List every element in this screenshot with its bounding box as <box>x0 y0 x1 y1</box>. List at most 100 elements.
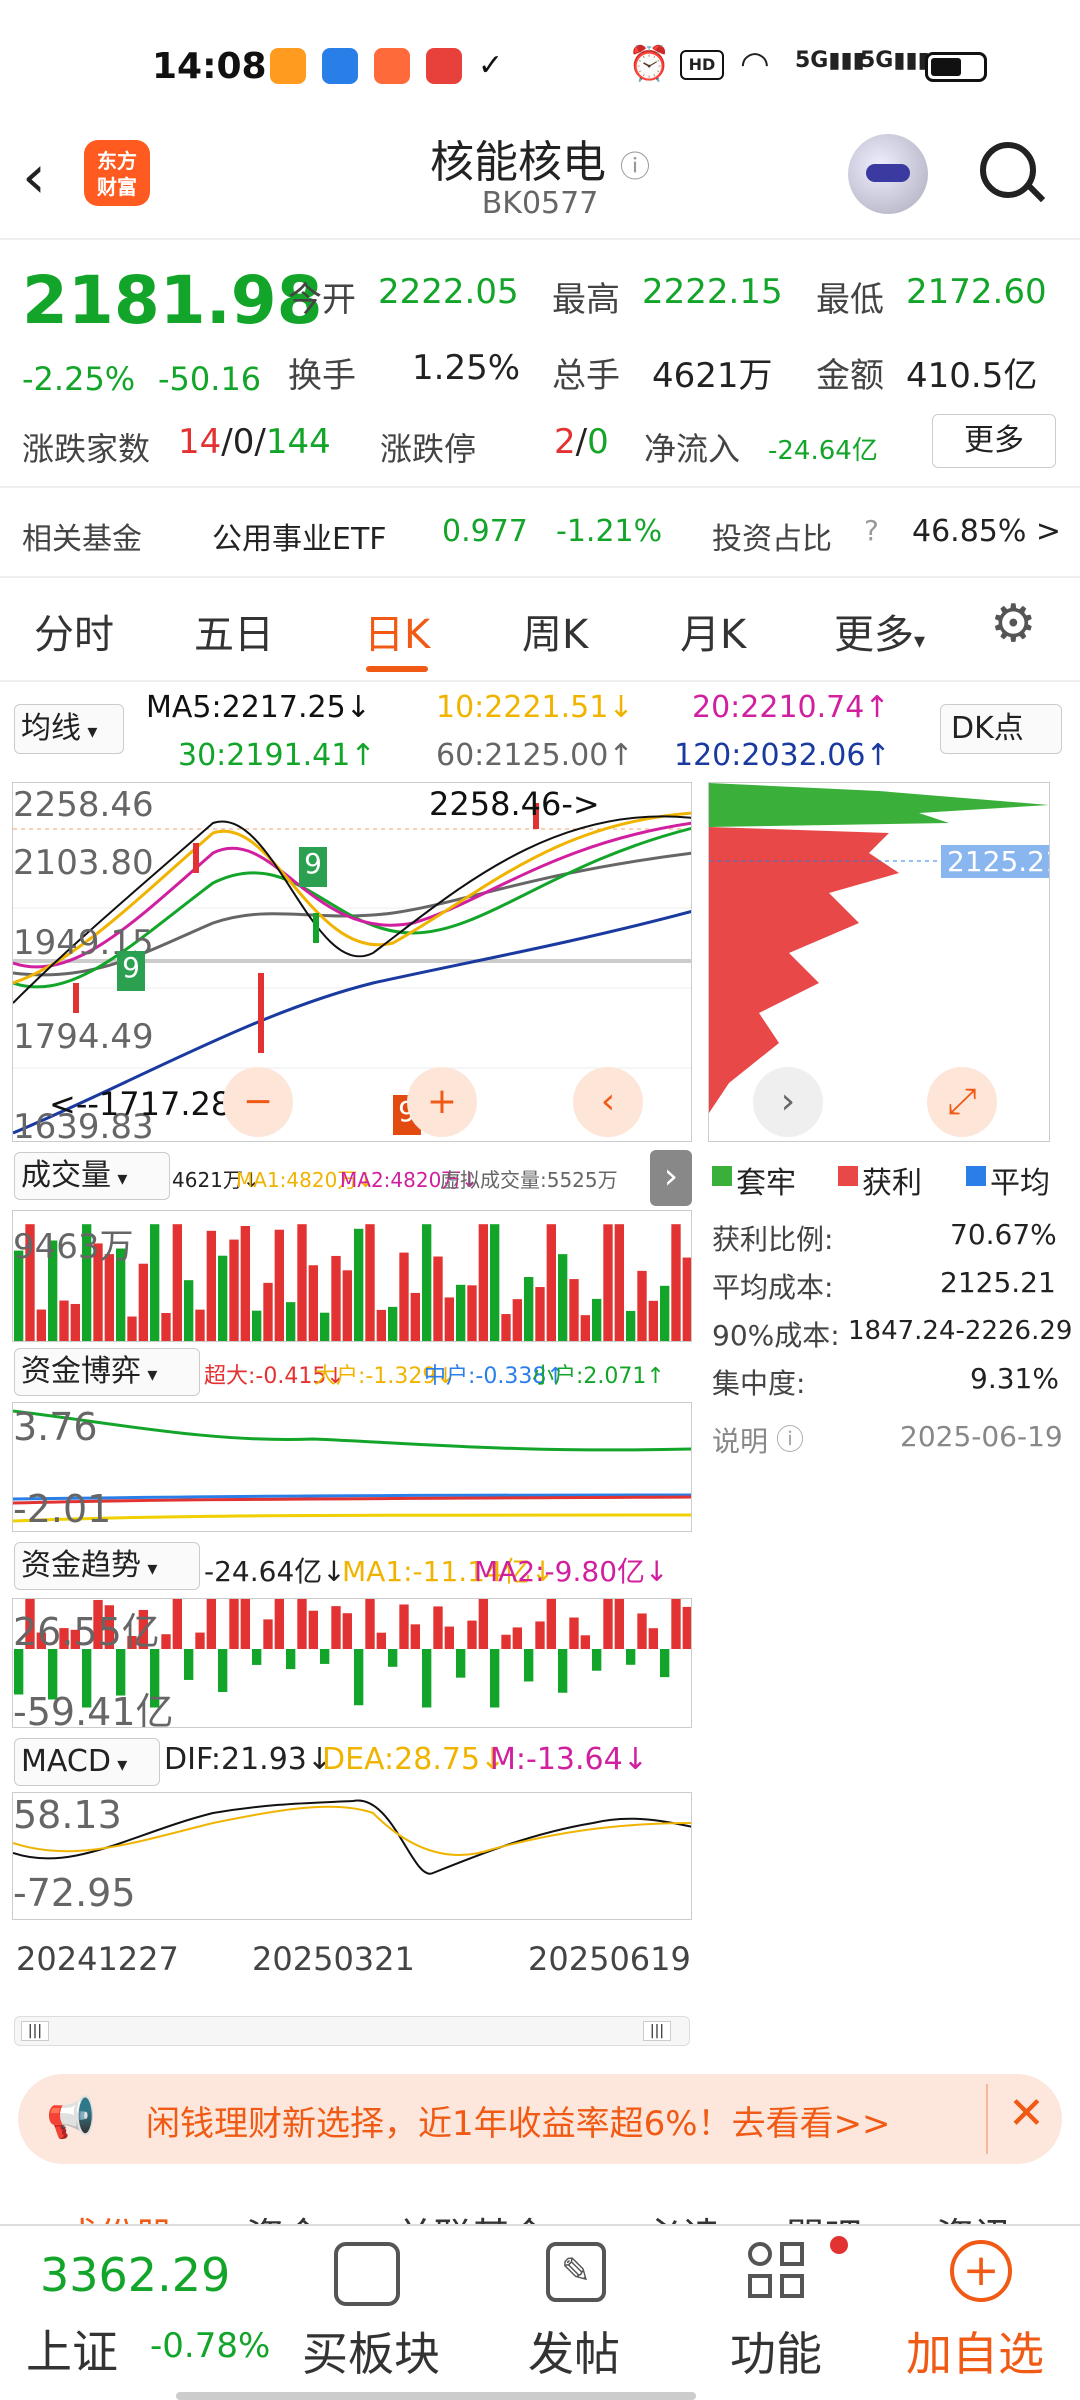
tab-weekly-k[interactable]: 周K <box>522 602 588 660</box>
bar <box>172 1599 182 1649</box>
promo-banner[interactable]: 📢 闲钱理财新选择，近1年收益率超6%！去看看>> ✕ <box>18 2074 1062 2164</box>
volume-selector[interactable]: 成交量 ▾ <box>14 1152 170 1200</box>
app-notification-icon <box>322 48 358 84</box>
tab-related-funds[interactable]: 关联基金 <box>396 2206 548 2224</box>
add-watchlist-icon[interactable]: + <box>950 2240 1012 2302</box>
chip-next-icon[interactable]: › <box>753 1067 823 1137</box>
signal-marker[interactable]: 9 <box>299 847 327 887</box>
low-label: 最低 <box>816 280 884 320</box>
alarm-icon: ⏰ <box>628 44 671 84</box>
dk-point-button[interactable]: DK点 <box>940 704 1062 754</box>
info-icon[interactable]: ⓘ <box>776 1418 804 1458</box>
bar <box>422 1224 432 1341</box>
tab-monthly-k[interactable]: 月K <box>680 602 746 660</box>
candle <box>193 843 199 873</box>
chip-date: 2025-06-19 <box>900 1420 1063 1453</box>
bar <box>184 1280 194 1341</box>
fund-name[interactable]: 公用事业ETF <box>212 514 387 558</box>
turnover-value: 1.25% <box>412 348 521 388</box>
bar <box>286 1302 296 1341</box>
tab-more[interactable]: 更多▾ <box>834 602 925 660</box>
bar <box>524 1649 534 1682</box>
bar <box>592 1298 602 1341</box>
date-label-mid: 20250321 <box>252 1940 415 1978</box>
invest-ratio-value[interactable]: 46.85% > <box>912 514 1061 549</box>
avg-cost-label: 平均成本: <box>712 1271 834 1304</box>
buy-sector-icon[interactable] <box>334 2242 400 2306</box>
fund-trend-chart[interactable]: 26.55亿 -59.41亿 <box>12 1598 692 1728</box>
slider-handle-left[interactable]: ||| <box>21 2021 49 2041</box>
buy-sector-button[interactable]: 买板块 <box>302 2318 440 2384</box>
bar <box>252 1649 262 1665</box>
detail-tabs: 成份股 资金 关联基金 必读 問吧 资讯 <box>0 2184 1080 2224</box>
indicator-selector[interactable]: 均线 ▾ <box>14 704 124 754</box>
bar <box>297 1599 307 1649</box>
fund-game-chart[interactable]: 3.76 -2.01 <box>12 1402 692 1532</box>
tab-news[interactable]: 资讯 <box>936 2206 1012 2224</box>
post-edit-icon[interactable]: ✎ <box>546 2242 606 2302</box>
note-label[interactable]: 说明 <box>712 1420 768 1460</box>
post-button[interactable]: 发帖 <box>528 2318 620 2384</box>
help-icon[interactable]: ? <box>864 514 879 547</box>
bar <box>297 1224 307 1341</box>
header: ‹ 东方 财富 核能核电 ⓘ BK0577 <box>0 120 1080 240</box>
inflow-value: -24.64亿 <box>768 436 878 466</box>
bar <box>161 1312 171 1341</box>
bar <box>354 1228 364 1341</box>
invest-ratio-label: 投资占比 <box>712 522 832 557</box>
volume-chart[interactable]: 9463万 <box>12 1210 692 1342</box>
functions-grid-icon[interactable] <box>748 2236 848 2302</box>
index-value[interactable]: 3362.29 <box>40 2248 230 2302</box>
expand-icon[interactable]: ⤢ <box>927 1067 997 1137</box>
macd-chart[interactable]: 58.13 -72.95 <box>12 1792 692 1920</box>
active-tab-indicator <box>366 666 428 672</box>
ma60-value: 60:2125.00↑ <box>436 738 634 773</box>
fund-pct: -1.21% <box>556 514 663 549</box>
macd-selector[interactable]: MACD ▾ <box>14 1738 160 1786</box>
game-y-bottom: -2.01 <box>13 1487 112 1531</box>
bar <box>331 1255 341 1341</box>
zoom-in-button[interactable]: + <box>407 1067 477 1137</box>
info-icon[interactable]: ⓘ <box>620 150 650 185</box>
chip-distribution[interactable]: 2125.21 › ⤢ <box>708 782 1050 1142</box>
tab-forum[interactable]: 問吧 <box>786 2206 862 2224</box>
slider-handle-right[interactable]: ||| <box>643 2021 671 2041</box>
tab-must-read[interactable]: 必读 <box>644 2206 720 2224</box>
bar <box>218 1649 228 1692</box>
notification-dot <box>830 2236 848 2254</box>
bar <box>229 1239 239 1341</box>
bar <box>206 1599 216 1649</box>
functions-button[interactable]: 功能 <box>730 2318 822 2384</box>
signal-marker[interactable]: 9 <box>117 951 145 991</box>
bar <box>308 1610 318 1649</box>
tab-intraday[interactable]: 分时 <box>34 602 114 660</box>
assistant-robot-icon[interactable] <box>848 134 928 214</box>
tab-five-day[interactable]: 五日 <box>194 602 274 660</box>
index-name[interactable]: 上证 <box>26 2316 118 2382</box>
tab-funds[interactable]: 资金 <box>246 2206 322 2224</box>
collapse-arrow-icon[interactable]: › <box>650 1150 692 1206</box>
legend-swatch-trapped <box>712 1166 732 1186</box>
kline-chart[interactable]: 2258.46 2103.80 1949.15 1794.49 1639.83 … <box>12 782 692 1142</box>
tab-components[interactable]: 成份股 <box>60 2206 174 2224</box>
tab-daily-k[interactable]: 日K <box>364 602 430 660</box>
scroll-left-button[interactable]: ‹ <box>573 1067 643 1137</box>
add-watchlist-button[interactable]: 加自选 <box>906 2318 1044 2384</box>
bar <box>263 1619 273 1649</box>
close-icon[interactable]: ✕ <box>1008 2088 1045 2139</box>
fund-trend-selector[interactable]: 资金趋势 ▾ <box>14 1542 200 1590</box>
bar <box>444 1626 454 1649</box>
fund-game-selector[interactable]: 资金博弈 ▾ <box>14 1348 200 1396</box>
bar <box>172 1224 182 1341</box>
settings-gear-icon[interactable]: ⚙ <box>990 594 1037 654</box>
tab-more-label: 更多 <box>834 612 914 658</box>
open-label: 今开 <box>288 280 356 320</box>
bar <box>354 1649 364 1706</box>
more-button[interactable]: 更多 <box>932 414 1056 468</box>
range-slider[interactable]: ||| ||| <box>14 2016 690 2046</box>
zoom-out-button[interactable]: − <box>223 1067 293 1137</box>
profit-ratio-label: 获利比例: <box>712 1223 834 1256</box>
profit-ratio-value: 70.67% <box>950 1218 1057 1251</box>
search-icon[interactable] <box>980 142 1046 203</box>
date-label-end: 20250619 <box>528 1940 691 1978</box>
